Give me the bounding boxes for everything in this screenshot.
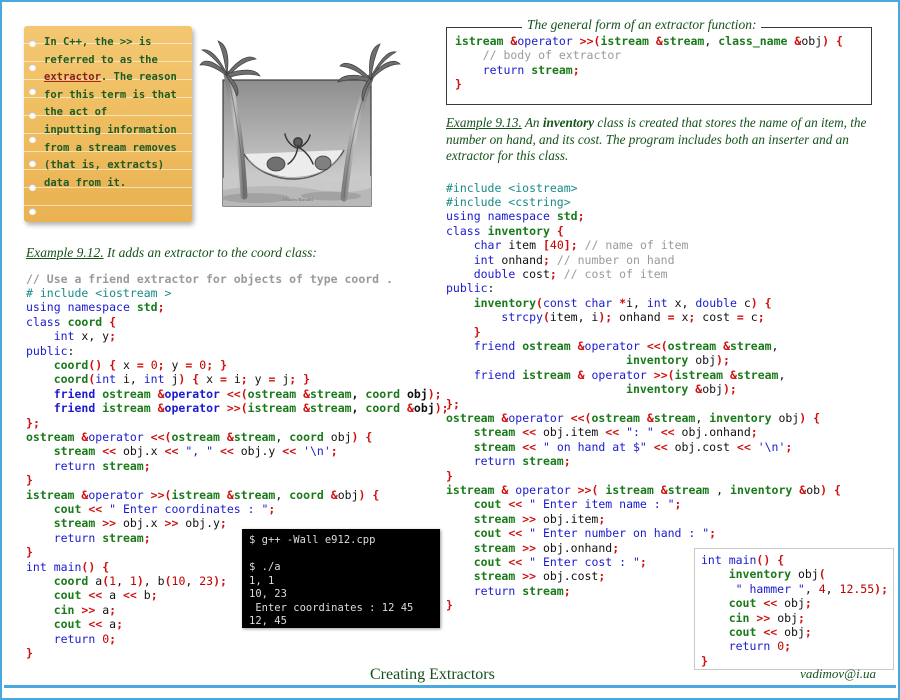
slide-canvas: In C++, the >> is referred to as the ext… bbox=[0, 0, 900, 700]
sticky-note: In C++, the >> is referred to as the ext… bbox=[24, 26, 192, 222]
note-text: In C++, the >> is referred to as the ext… bbox=[44, 34, 186, 192]
footer-title: Creating Extractors bbox=[370, 666, 495, 683]
cartoon-signature: Charles Barsotti bbox=[283, 197, 313, 202]
note-punch-holes bbox=[29, 40, 39, 220]
footer-email: vadimov@i.ua bbox=[800, 666, 876, 681]
note-text-before: In C++, the >> is referred to as the bbox=[44, 36, 158, 66]
example-913-label: Example 9.13. bbox=[446, 115, 522, 130]
note-text-extractor: extractor bbox=[44, 71, 101, 84]
general-form-code: istream &operator >>(istream &stream, cl… bbox=[455, 34, 843, 92]
footer-rule bbox=[4, 685, 896, 688]
example-913-caption: Example 9.13. An inventory class is crea… bbox=[446, 115, 876, 165]
main-function-box: int main() { inventory obj( " hammer ", … bbox=[694, 548, 894, 670]
example-912-label: Example 9.12. bbox=[26, 245, 104, 260]
cartoon-svg: Charles Barsotti bbox=[199, 40, 401, 207]
example-912-caption-text: It adds an extractor to the coord class: bbox=[103, 245, 317, 260]
terminal-window: $ g++ -Wall e912.cpp $ ./a 1, 1 10, 23 E… bbox=[242, 529, 440, 628]
example-912-caption: Example 9.12. It adds an extractor to th… bbox=[26, 245, 441, 261]
palm-hammock-cartoon: Charles Barsotti bbox=[198, 38, 408, 234]
general-form-box: istream &operator >>(istream &stream, cl… bbox=[446, 27, 872, 105]
note-text-after: . The reason for this term is that the a… bbox=[44, 71, 177, 189]
example-913-caption-part1: An bbox=[521, 115, 543, 130]
terminal-output: $ g++ -Wall e912.cpp $ ./a 1, 1 10, 23 E… bbox=[249, 534, 414, 627]
general-form-legend: The general form of an extractor functio… bbox=[522, 17, 762, 33]
example-913-caption-bold: inventory bbox=[542, 115, 595, 130]
main-function-code: int main() { inventory obj( " hammer ", … bbox=[701, 553, 889, 668]
